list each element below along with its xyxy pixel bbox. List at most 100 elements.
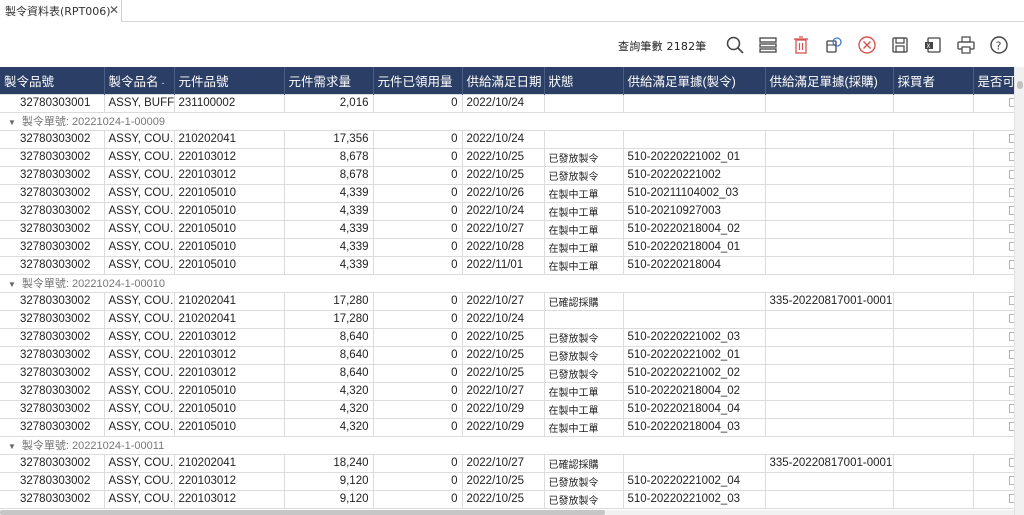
- vertical-scrollbar[interactable]: [1014, 67, 1024, 515]
- group-header[interactable]: ▼ 製令單號: 20221024-1-00011: [0, 436, 1014, 455]
- cell-available[interactable]: [972, 381, 1014, 401]
- cell-available[interactable]: [972, 489, 1014, 509]
- cell-supply-doc-mo: 510-20220218004_01: [622, 237, 766, 257]
- save-icon[interactable]: [889, 34, 911, 56]
- col-header-status[interactable]: 狀態: [544, 67, 624, 94]
- col-header-mo-name[interactable]: 製令品名 -: [104, 67, 175, 94]
- cell-available[interactable]: [972, 165, 1014, 185]
- table-row[interactable]: 32780303002 ASSY, COU… 220105010 4,320 0 2022…: [0, 399, 1014, 419]
- table-row[interactable]: 32780303002 ASSY, COU… 210202041 18,240 0 202…: [0, 453, 1014, 473]
- cell-buyer: [892, 291, 974, 311]
- cell-available[interactable]: [972, 399, 1014, 419]
- group-row[interactable]: ▼ 製令單號: 20221024-1-00011: [0, 436, 1014, 455]
- cell-available[interactable]: [972, 237, 1014, 257]
- cell-required-qty: 4,339: [283, 183, 374, 203]
- cell-supply-doc-po: [764, 183, 894, 203]
- cell-available[interactable]: [972, 129, 1014, 149]
- cell-available[interactable]: [972, 471, 1014, 491]
- cell-available[interactable]: [972, 219, 1014, 239]
- cell-component-item: 220103012: [173, 345, 285, 365]
- list-view-icon[interactable]: [757, 34, 779, 56]
- cell-status: [543, 129, 624, 149]
- cell-status: 已確認採購: [543, 291, 624, 311]
- col-header-supply-date[interactable]: 供給滿足日期: [462, 67, 545, 94]
- cell-supply-date: 2022/10/24: [461, 309, 545, 329]
- cell-available[interactable]: [972, 201, 1014, 221]
- cell-supply-doc-po: [764, 147, 894, 167]
- export-icon[interactable]: X: [922, 34, 944, 56]
- group-header[interactable]: ▼ 製令單號: 20221024-1-00009: [0, 112, 1014, 131]
- table-row[interactable]: 32780303002 ASSY, COU… 210202041 17,280 0 202…: [0, 309, 1014, 329]
- col-header-component-item[interactable]: 元件品號: [174, 67, 285, 94]
- cell-status: 已發放製令: [543, 165, 624, 185]
- cell-available[interactable]: [972, 327, 1014, 347]
- cell-available[interactable]: [972, 363, 1014, 383]
- cell-issued-qty: 0: [372, 219, 463, 239]
- sort-indicator: -: [161, 77, 165, 88]
- table-row[interactable]: 32780303002 ASSY, COU… 220103012 9,120 0 2022…: [0, 471, 1014, 491]
- table-row[interactable]: 32780303001ASSY, BUFF…2311000022,0160202…: [0, 93, 1014, 113]
- svg-text:?: ?: [996, 40, 1002, 53]
- horizontal-scrollbar[interactable]: [0, 510, 1014, 515]
- table-row[interactable]: 32780303002 ASSY, COU… 220103012 9,120 0 2022…: [0, 489, 1014, 509]
- cell-mo-name: ASSY, COU…: [103, 255, 175, 275]
- refresh-settings-icon[interactable]: [823, 34, 845, 56]
- cell-mo-name: ASSY, COU…: [103, 183, 175, 203]
- table-row[interactable]: 32780303002 ASSY, COU… 220105010 4,339 0 2022…: [0, 201, 1014, 221]
- vertical-scroll-thumb[interactable]: [1017, 81, 1023, 89]
- table-row[interactable]: 32780303002 ASSY, COU… 220103012 8,640 0 2022…: [0, 345, 1014, 365]
- cell-mo-name: ASSY, COU…: [103, 489, 175, 509]
- cell-available[interactable]: [972, 417, 1014, 437]
- table-row[interactable]: 32780303002 ASSY, COU… 220103012 8,640 0 2022…: [0, 327, 1014, 347]
- collapse-caret-icon[interactable]: ▼: [8, 442, 16, 451]
- cell-available[interactable]: [972, 309, 1014, 329]
- cell-available[interactable]: [972, 453, 1014, 473]
- close-icon[interactable]: ✕: [109, 3, 119, 17]
- col-header-mo-item[interactable]: 製令品號: [0, 67, 105, 94]
- col-header-issued-qty[interactable]: 元件已領用量: [373, 67, 463, 94]
- table-row[interactable]: 32780303002 ASSY, COU… 220103012 8,678 0 2022…: [0, 147, 1014, 167]
- table-row[interactable]: 32780303002 ASSY, COU… 220105010 4,320 0 2022…: [0, 381, 1014, 401]
- cell-available[interactable]: [972, 183, 1014, 203]
- search-icon[interactable]: [724, 34, 746, 56]
- cell-issued-qty: 0: [372, 327, 463, 347]
- horizontal-scroll-thumb[interactable]: [0, 510, 605, 515]
- table-row[interactable]: 32780303002 ASSY, COU… 220105010 4,339 0 2022…: [0, 255, 1014, 275]
- col-header-buyer[interactable]: 採買者: [893, 67, 974, 94]
- delete-icon[interactable]: [790, 34, 812, 56]
- col-header-available[interactable]: 是否可: [973, 67, 1014, 94]
- group-header[interactable]: ▼ 製令單號: 20221024-1-00010: [0, 274, 1014, 293]
- group-label: 製令單號: 20221024-1-00010: [21, 278, 166, 290]
- cell-supply-date: 2022/10/28: [461, 237, 545, 257]
- col-header-supply-doc-po[interactable]: 供給滿足單據(採購): [765, 67, 894, 94]
- table-row[interactable]: 32780303002 ASSY, COU… 210202041 17,356 0 202…: [0, 129, 1014, 149]
- print-icon[interactable]: [955, 34, 977, 56]
- cell-available[interactable]: [972, 345, 1014, 365]
- group-row[interactable]: ▼ 製令單號: 20221024-1-00009: [0, 112, 1014, 131]
- col-header-required-qty[interactable]: 元件需求量: [284, 67, 374, 94]
- table-row[interactable]: 32780303002 ASSY, COU… 210202041 17,280 0 202…: [0, 291, 1014, 311]
- collapse-caret-icon[interactable]: ▼: [8, 280, 16, 289]
- cell-available[interactable]: [972, 93, 1014, 113]
- table-row[interactable]: 32780303002 ASSY, COU… 220105010 4,320 0 2022…: [0, 417, 1014, 437]
- cell-component-item: 220105010: [173, 255, 285, 275]
- cell-available[interactable]: [972, 147, 1014, 167]
- cell-available[interactable]: [972, 291, 1014, 311]
- collapse-caret-icon[interactable]: ▼: [8, 118, 16, 127]
- table-row[interactable]: 32780303002 ASSY, COU… 220105010 4,339 0 2022…: [0, 183, 1014, 203]
- cell-supply-doc-po: [764, 219, 894, 239]
- help-icon[interactable]: ?: [988, 34, 1010, 56]
- table-row[interactable]: 32780303002 ASSY, COU… 220103012 8,640 0 2022…: [0, 363, 1014, 383]
- cancel-icon[interactable]: [856, 34, 878, 56]
- tab-rpt006[interactable]: 製令資料表(RPT006) ✕: [0, 0, 122, 22]
- cell-buyer: [892, 309, 974, 329]
- cell-available[interactable]: [972, 255, 1014, 275]
- cell-mo-item: 32780303002: [0, 219, 105, 239]
- group-row[interactable]: ▼ 製令單號: 20221024-1-00010: [0, 274, 1014, 293]
- table-row[interactable]: 32780303002 ASSY, COU… 220105010 4,339 0 2022…: [0, 237, 1014, 257]
- cell-required-qty: 8,640: [283, 327, 374, 347]
- table-row[interactable]: 32780303002 ASSY, COU… 220105010 4,339 0 2022…: [0, 219, 1014, 239]
- cell-buyer: [892, 471, 974, 491]
- col-header-supply-doc-mo[interactable]: 供給滿足單據(製令): [623, 67, 766, 94]
- table-row[interactable]: 32780303002 ASSY, COU… 220103012 8,678 0 2022…: [0, 165, 1014, 185]
